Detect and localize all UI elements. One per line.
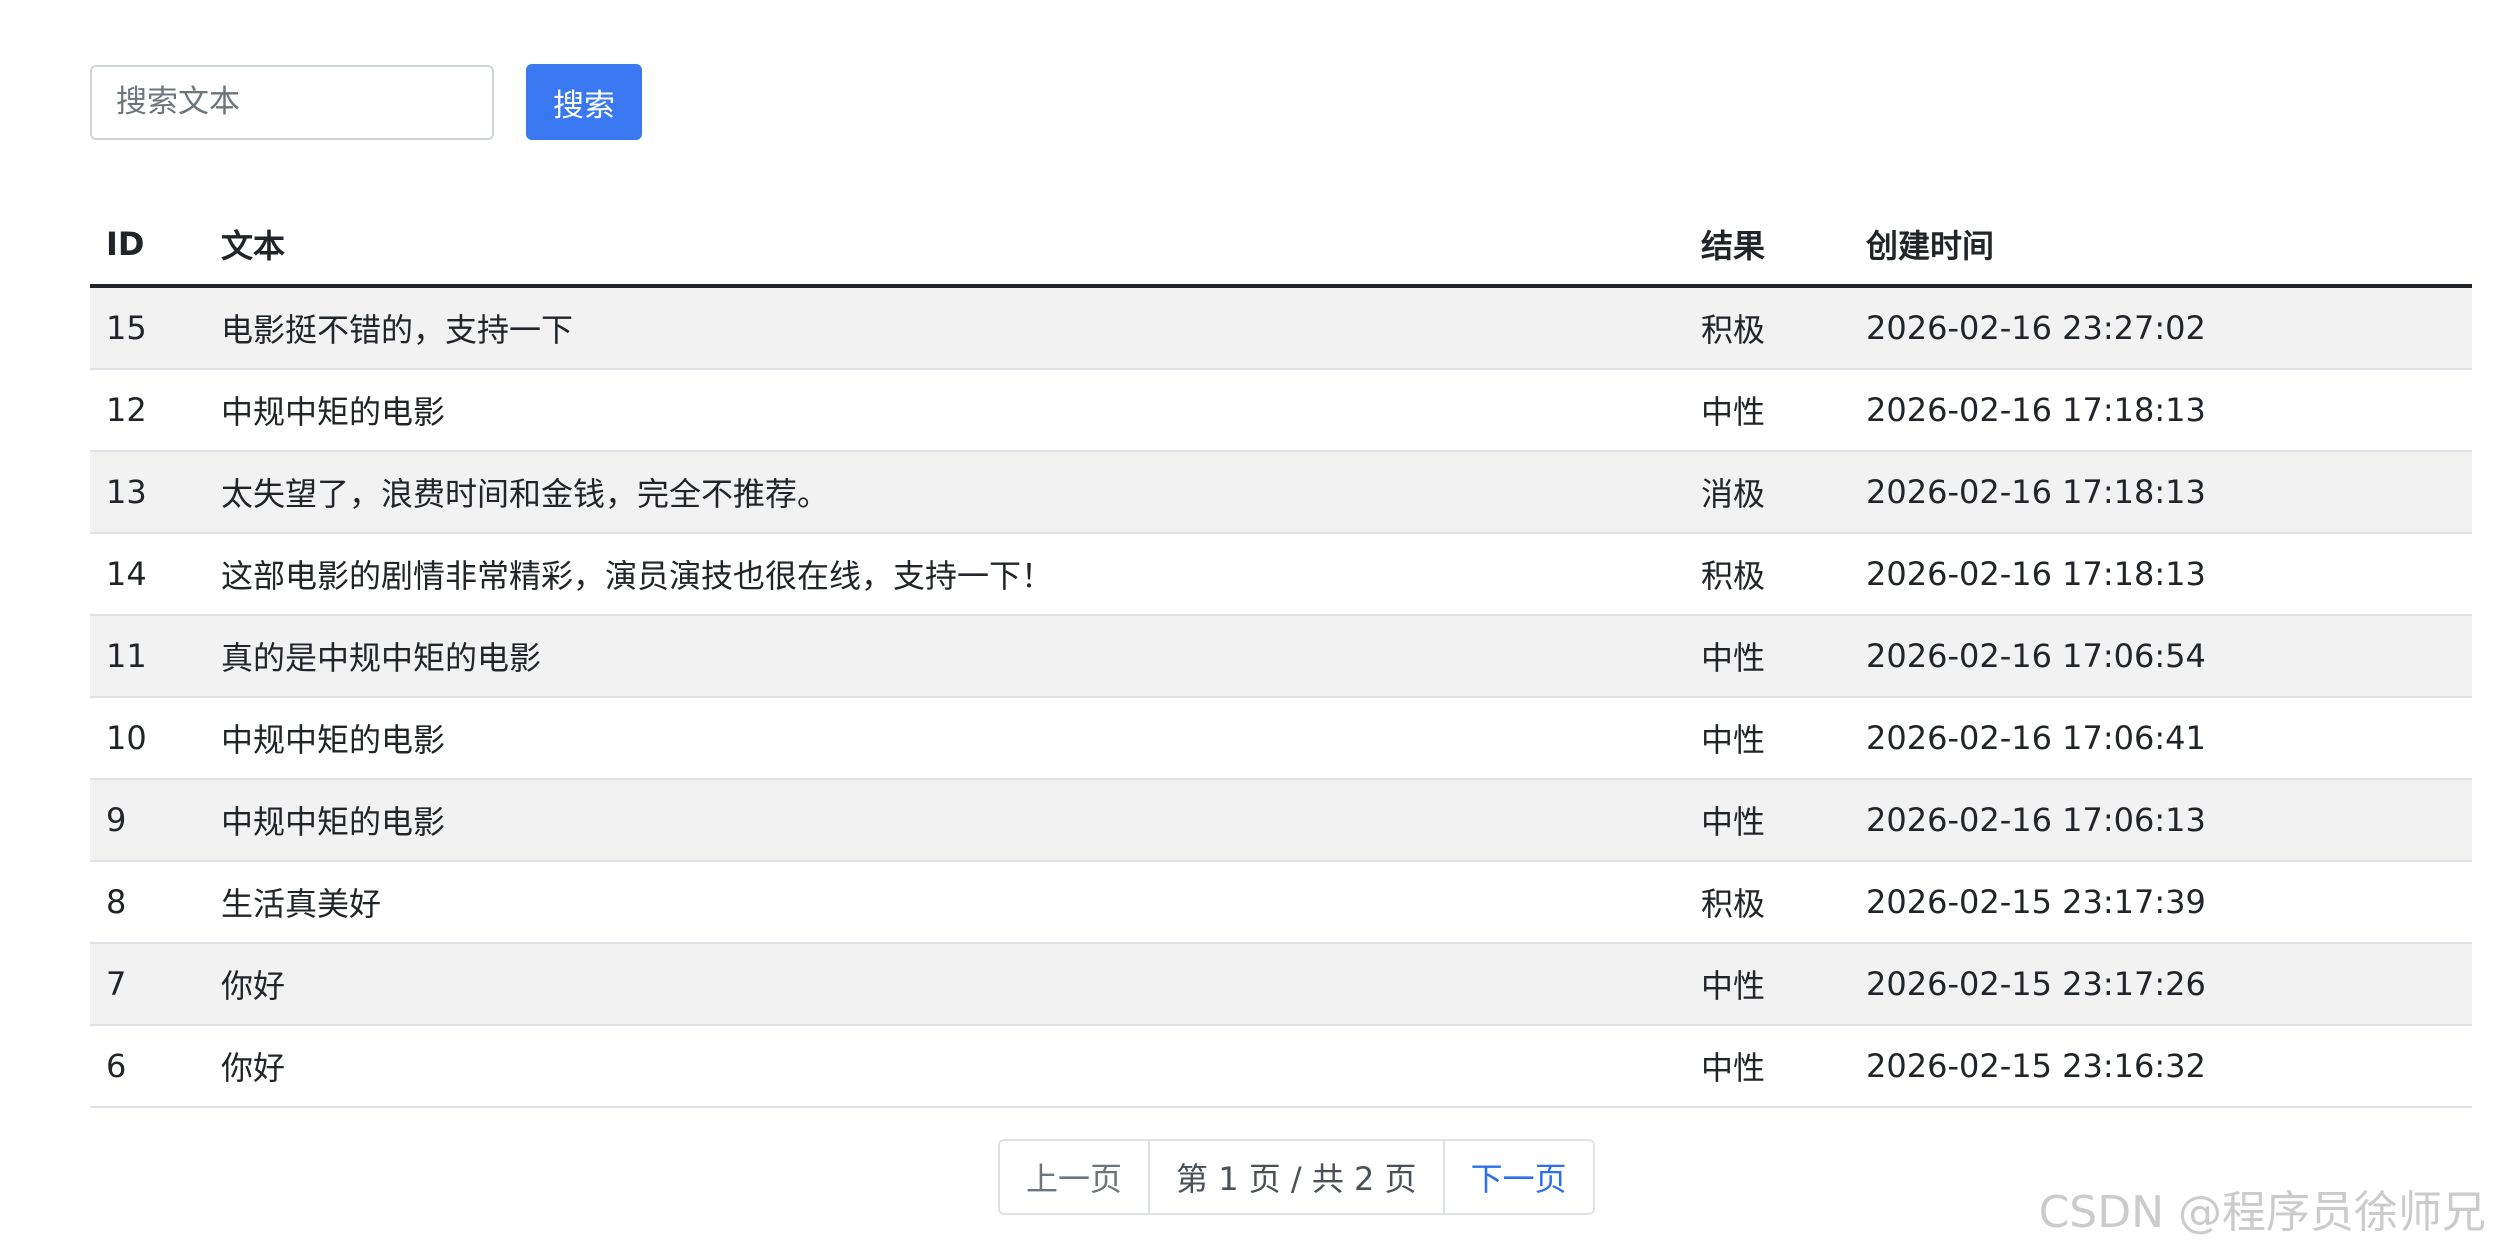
cell-text: 这部电影的剧情非常精彩，演员演技也很在线，支持一下！ (205, 533, 1685, 616)
cell-text: 电影挺不错的，支持一下 (205, 286, 1685, 370)
table-row: 9 中规中矩的电影 中性 2026-02-16 17:06:13 (90, 779, 2472, 862)
table-row: 10 中规中矩的电影 中性 2026-02-16 17:06:41 (90, 697, 2472, 780)
cell-result: 中性 (1685, 697, 1850, 780)
cell-created-at: 2026-02-16 17:18:13 (1850, 369, 2472, 452)
cell-result: 中性 (1685, 615, 1850, 698)
prev-page-button[interactable]: 上一页 (1000, 1141, 1151, 1213)
next-page-button[interactable]: 下一页 (1444, 1141, 1593, 1213)
cell-created-at: 2026-02-16 17:18:13 (1850, 451, 2472, 534)
table-row: 8 生活真美好 积极 2026-02-15 23:17:39 (90, 861, 2472, 944)
cell-id: 7 (90, 943, 205, 1026)
column-header-text: 文本 (205, 204, 1685, 288)
cell-id: 12 (90, 369, 205, 452)
cell-id: 15 (90, 286, 205, 370)
column-header-result: 结果 (1685, 204, 1850, 288)
cell-id: 11 (90, 615, 205, 698)
cell-result: 消极 (1685, 451, 1850, 534)
cell-result: 中性 (1685, 369, 1850, 452)
cell-result: 中性 (1685, 779, 1850, 862)
table-header-row: ID 文本 结果 创建时间 (90, 204, 2472, 288)
cell-id: 13 (90, 451, 205, 534)
table-row: 11 真的是中规中矩的电影 中性 2026-02-16 17:06:54 (90, 615, 2472, 698)
cell-created-at: 2026-02-15 23:17:39 (1850, 861, 2472, 944)
cell-text: 你好 (205, 1025, 1685, 1108)
cell-created-at: 2026-02-16 17:06:54 (1850, 615, 2472, 698)
table-row: 6 你好 中性 2026-02-15 23:16:32 (90, 1025, 2472, 1108)
table-row: 14 这部电影的剧情非常精彩，演员演技也很在线，支持一下！ 积极 2026-02… (90, 533, 2472, 616)
cell-id: 6 (90, 1025, 205, 1108)
search-button[interactable]: 搜索 (526, 64, 642, 140)
cell-id: 9 (90, 779, 205, 862)
cell-text: 生活真美好 (205, 861, 1685, 944)
cell-result: 积极 (1685, 286, 1850, 370)
search-input[interactable] (90, 64, 494, 140)
column-header-created-at: 创建时间 (1850, 204, 2472, 288)
cell-created-at: 2026-02-16 17:06:41 (1850, 697, 2472, 780)
cell-text: 真的是中规中矩的电影 (205, 615, 1685, 698)
cell-created-at: 2026-02-15 23:16:32 (1850, 1025, 2472, 1108)
cell-result: 积极 (1685, 533, 1850, 616)
cell-result: 中性 (1685, 943, 1850, 1026)
cell-created-at: 2026-02-16 23:27:02 (1850, 286, 2472, 370)
page-indicator: 第 1 页 / 共 2 页 (1150, 1141, 1445, 1213)
cell-created-at: 2026-02-15 23:17:26 (1850, 943, 2472, 1026)
column-header-id: ID (90, 204, 205, 288)
cell-text: 太失望了，浪费时间和金钱，完全不推荐。 (205, 451, 1685, 534)
cell-text: 中规中矩的电影 (205, 697, 1685, 780)
watermark: CSDN @程序员徐师兄 (2038, 1187, 2486, 1238)
results-table: ID 文本 结果 创建时间 15 电影挺不错的，支持一下 积极 2026-02-… (90, 204, 2472, 1108)
search-bar: 搜索 (90, 64, 642, 140)
cell-text: 中规中矩的电影 (205, 779, 1685, 862)
cell-id: 14 (90, 533, 205, 616)
table-row: 15 电影挺不错的，支持一下 积极 2026-02-16 23:27:02 (90, 286, 2472, 370)
table-row: 12 中规中矩的电影 中性 2026-02-16 17:18:13 (90, 369, 2472, 452)
table-row: 13 太失望了，浪费时间和金钱，完全不推荐。 消极 2026-02-16 17:… (90, 451, 2472, 534)
cell-text: 你好 (205, 943, 1685, 1026)
cell-created-at: 2026-02-16 17:18:13 (1850, 533, 2472, 616)
cell-result: 中性 (1685, 1025, 1850, 1108)
cell-created-at: 2026-02-16 17:06:13 (1850, 779, 2472, 862)
cell-id: 8 (90, 861, 205, 944)
table-row: 7 你好 中性 2026-02-15 23:17:26 (90, 943, 2472, 1026)
cell-result: 积极 (1685, 861, 1850, 944)
cell-text: 中规中矩的电影 (205, 369, 1685, 452)
cell-id: 10 (90, 697, 205, 780)
pagination: 上一页 第 1 页 / 共 2 页 下一页 (998, 1139, 1595, 1215)
